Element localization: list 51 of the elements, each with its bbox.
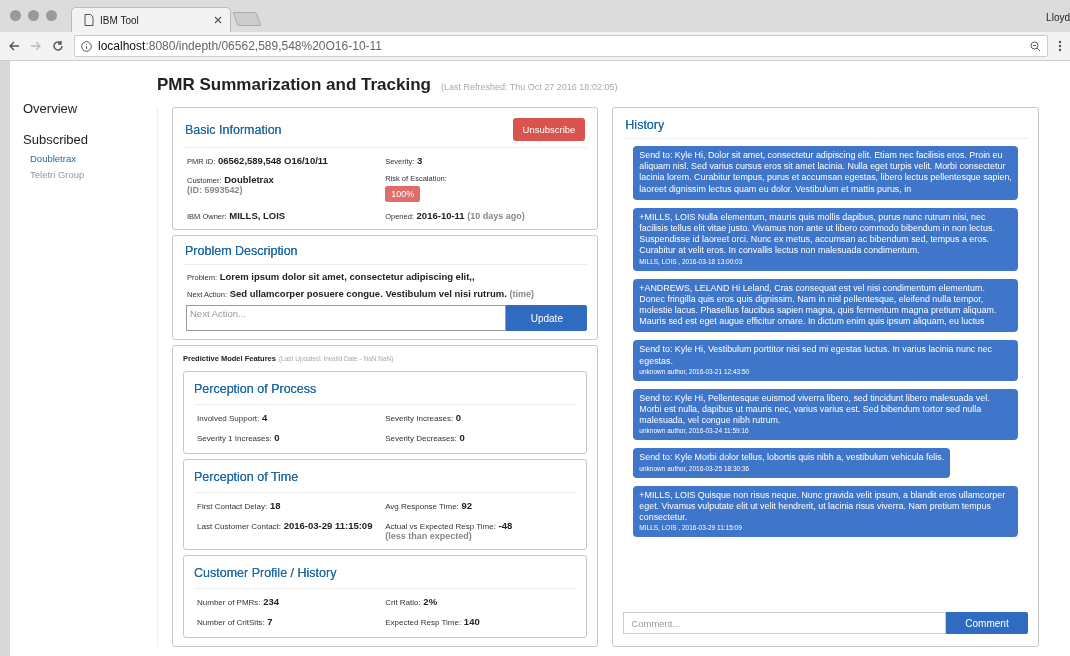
feature-field: Number of CritSits: 7	[197, 616, 386, 627]
sidebar-item[interactable]: Overview	[23, 101, 145, 116]
last-refreshed: (Last Refreshed: Thu Oct 27 2016 18:02:05)	[440, 82, 618, 92]
close-tab-icon[interactable]	[214, 16, 222, 24]
message-text: +MILLS, LOIS Nulla elementum, mauris quis mollis dapibus, purus nunc rutrum nisi, nec facilisis tellus elit vitae justo. Vivamus non ante ut libero commodo bibendum in non lectus. Suspendisse id laoreet orci. Nunc ex metus, accumsan ac bibendum sed, tempus a eros. Curabitur at velit eros. In convallis lectus non malesuada condimentum.	[639, 211, 996, 257]
feature-field: Number of PMRs: 234	[197, 596, 386, 607]
message-text: Send to: Kyle Morbi dolor tellus, lobortis quis nibh a, vestibulum vehicula felis.	[639, 452, 945, 464]
message-text: Send to: Kyle Hi, Dolor sit amet, consectetur adipiscing elit. Etiam nec facilisis eros. Proin eu aliquam nisl. Sed varius cursus eros sit amet lacinia. Nulla eget turpis velit. Morbi consectetur lacinia lorem. Curabitur tempus, purus et accumsan egestas, libero lectus pellentesque sapien, laoreet dignissim lectus quam eu dolor. Vestibulum et mattis purus, in	[639, 150, 1012, 195]
sidebar-item[interactable]: Doubletrax	[23, 153, 145, 164]
comment-input[interactable]: Comment...	[623, 612, 946, 634]
menu-icon[interactable]	[1058, 40, 1062, 52]
feature-field: First Contact Delay: 18	[197, 500, 386, 511]
risk-badge: 100%	[385, 186, 421, 202]
address-field[interactable]: localhost:8080/indepth/06562,589,548%20O16-10-11	[74, 35, 1048, 57]
card-title: Customer Profile / History	[194, 566, 337, 580]
feature-field: Last Customer Contact: 2016-03-29 11:15:09	[197, 520, 386, 531]
message-text: Send to: Kyle Hi, Vestibulum porttitor nisi sed mi egestas luctus. In varius lacinia nunc nec egestas.	[639, 344, 994, 367]
feature-field: Crit Ratio: 2%	[385, 596, 574, 607]
feature-field: Avg Response Time: 92	[385, 500, 574, 511]
feature-field: Severity 1 Increases: 0	[197, 432, 386, 443]
next-action-input[interactable]: Next Action...	[186, 305, 507, 331]
sidebar-item[interactable]: Subscribed	[23, 132, 145, 147]
message-text: +ANDREWS, LELAND Hi Leland, Cras consequat est vel nisi condimentum elementum. Donec fringilla quis eros quis dignissim. Nam in nisl pellentesque, eleifend nulla tempor, molestie lacus. Phasellus faucibus sapien magna, quis fermentum magna pretium aliquam. Mauris sed est eget augue efficitur ornare. In dictum enim quis ipsum aliquam, eu luctus	[639, 282, 998, 328]
card-title: Perception of Time	[194, 470, 299, 484]
panel-title: Problem Description	[185, 244, 298, 258]
maximize-window-dot[interactable]	[46, 10, 57, 21]
feature-field: Involved Support: 4	[197, 412, 386, 423]
feature-field: Severity Decreases: 0	[385, 432, 574, 443]
back-arrow-icon[interactable]	[8, 40, 20, 52]
info-icon	[81, 40, 92, 52]
feature-field: Expected Resp Time: 140	[385, 616, 574, 627]
page-icon	[84, 14, 94, 26]
panel-title: History	[625, 118, 665, 132]
card-title: Perception of Process	[194, 382, 317, 396]
zoom-icon[interactable]	[1030, 40, 1041, 52]
customer-id: (ID: 5993542)	[187, 185, 244, 195]
reload-icon[interactable]	[52, 40, 64, 52]
feature-note: (less than expected)	[385, 531, 473, 541]
feature-field: Actual vs Expected Resp Time: -48	[385, 520, 574, 531]
message-text: +MILLS, LOIS Quisque non risus neque. Nunc gravida velit ipsum, a blandit eros ullamcorper eget. Vivamus vulputate elit ut velit hendrerit, ut lacinia risus viverra. Nam pretium tempus consectetur.	[639, 489, 1007, 524]
browser-tab[interactable]: IBM Tool	[71, 7, 231, 32]
close-window-dot[interactable]	[10, 10, 21, 21]
page-title: PMR Summarization and Tracking	[157, 75, 431, 95]
profile-name[interactable]: Lloyd	[1046, 12, 1070, 23]
minimize-window-dot[interactable]	[28, 10, 39, 21]
update-button[interactable]: Update	[506, 305, 588, 331]
feature-field: Severity Increases: 0	[385, 412, 574, 423]
message-text: Send to: Kyle Hi, Pellentesque euismod viverra libero, sed tincidunt libero malesuada vel. Morbi est nulla, dapibus ut mauris nec, varius varius est. Sed bibendum tortor sed nulla malesuada, vel congue nibh rutrum.	[639, 392, 991, 427]
comment-button[interactable]: Comment	[946, 612, 1028, 634]
unsubscribe-button[interactable]: Unsubscribe	[512, 118, 586, 141]
panel-title: Basic Information	[185, 122, 282, 137]
